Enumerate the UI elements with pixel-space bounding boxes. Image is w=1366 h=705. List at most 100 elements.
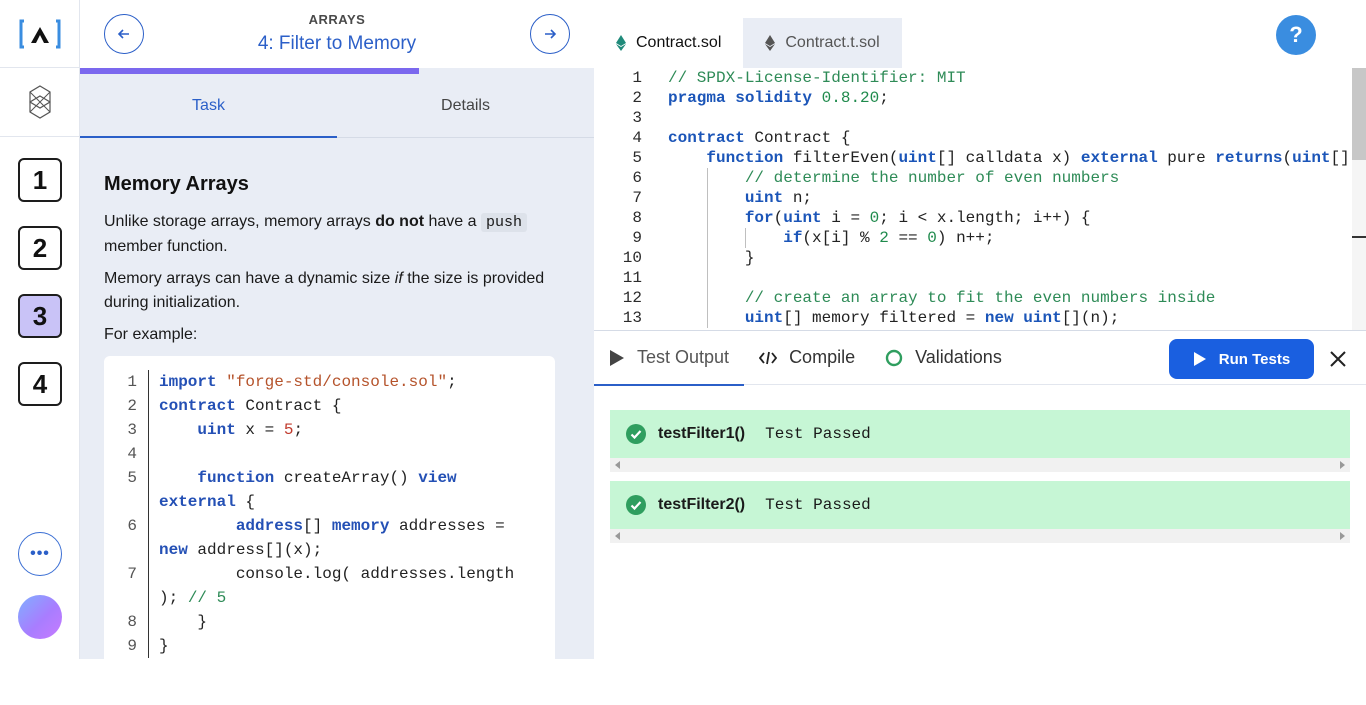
app-logo[interactable] bbox=[0, 0, 79, 68]
tab-test-output[interactable]: Test Output bbox=[594, 331, 745, 386]
code-token: uint bbox=[197, 421, 236, 439]
code-token: ( bbox=[773, 209, 784, 227]
stage-button-2[interactable]: 2 bbox=[18, 226, 62, 270]
tab-task[interactable]: Task bbox=[80, 74, 337, 138]
code-token: filterEven( bbox=[783, 149, 899, 167]
line-number: 7 bbox=[632, 189, 642, 207]
line-number: 3 bbox=[632, 109, 642, 127]
code-token: // determine the number of even numbers bbox=[744, 169, 1120, 187]
code-token: createArray() bbox=[274, 469, 419, 487]
scroll-right-icon[interactable] bbox=[1340, 532, 1345, 540]
code-line: 6 // determine the number of even number… bbox=[594, 168, 1366, 188]
lesson-title: 4: Filter to Memory bbox=[257, 33, 417, 54]
code-text: } bbox=[149, 610, 539, 634]
code-token: pure bbox=[1157, 149, 1216, 167]
line-number: 4 bbox=[104, 442, 149, 466]
code-token: { bbox=[235, 493, 256, 511]
code-token: new bbox=[984, 309, 1014, 327]
stage-button-4[interactable]: 4 bbox=[18, 362, 62, 406]
code-text: import "forge-std/console.sol"; bbox=[149, 370, 539, 394]
code-text: contract Contract { bbox=[642, 128, 850, 148]
editor-scrollbar[interactable] bbox=[1352, 68, 1366, 330]
result-scrollbar[interactable] bbox=[610, 529, 1350, 543]
test-result: testFilter2() Test Passed bbox=[610, 481, 1350, 543]
code-text: for(uint i = 0; i < x.length; i++) { bbox=[642, 208, 1091, 228]
tab-details[interactable]: Details bbox=[337, 74, 594, 137]
test-name: testFilter1() bbox=[658, 425, 746, 442]
test-result-bar: testFilter2() Test Passed bbox=[610, 481, 1350, 529]
code-line: 5 function filterEven(uint[] calldata x)… bbox=[594, 148, 1366, 168]
tab-compile[interactable]: Compile bbox=[744, 331, 870, 385]
lesson-header: ARRAYS 4: Filter to Memory bbox=[80, 0, 594, 68]
code-token: uint bbox=[783, 209, 822, 227]
editor-tabs: Contract.sol Contract.t.sol bbox=[594, 18, 902, 68]
code-line: 12 // create an array to fit the even nu… bbox=[594, 288, 1366, 308]
avatar[interactable] bbox=[18, 595, 62, 639]
tab-label: Test Output bbox=[637, 347, 730, 367]
code-token: } bbox=[159, 613, 208, 631]
code-line: 7 uint n; bbox=[594, 188, 1366, 208]
tab-validations[interactable]: Validations bbox=[870, 331, 1017, 385]
code-line: 3 bbox=[594, 108, 1366, 128]
code-token: 0 bbox=[869, 209, 880, 227]
run-tests-button[interactable]: Run Tests bbox=[1169, 339, 1314, 379]
section-heading: Memory Arrays bbox=[104, 173, 249, 195]
code-token: solidity bbox=[735, 89, 813, 107]
stage-button-1[interactable]: 1 bbox=[18, 158, 62, 202]
code-editor[interactable]: 1// SPDX-License-Identifier: MIT 2 pragma … bbox=[594, 68, 1366, 330]
line-number: 6 bbox=[632, 169, 642, 187]
code-token: "forge-std/console.sol" bbox=[226, 373, 448, 391]
code-line: 9} bbox=[104, 634, 555, 658]
code-text: contract Contract { bbox=[149, 394, 539, 418]
code-token: // create an array to fit the even numbe… bbox=[744, 289, 1216, 307]
scroll-left-icon[interactable] bbox=[615, 532, 620, 540]
test-status: Test Passed bbox=[765, 425, 871, 443]
code-text bbox=[149, 442, 539, 466]
tab-label: Validations bbox=[915, 347, 1002, 367]
code-token: } bbox=[668, 249, 755, 267]
scroll-right-icon[interactable] bbox=[1340, 461, 1345, 469]
code-token: external bbox=[159, 493, 236, 511]
code-line: 13 uint[] memory filtered = new uint[](n… bbox=[594, 308, 1366, 328]
editor-scroll-thumb[interactable] bbox=[1352, 68, 1366, 160]
code-line: 4 bbox=[104, 442, 555, 466]
code-token: n; bbox=[783, 189, 813, 207]
code-text: function filterEven(uint[] calldata x) e… bbox=[642, 148, 1366, 168]
code-token: contract bbox=[668, 129, 745, 147]
result-scrollbar[interactable] bbox=[610, 458, 1350, 472]
code-text: // determine the number of even numbers bbox=[642, 168, 1119, 188]
line-number: 7 bbox=[104, 562, 149, 610]
scroll-left-icon[interactable] bbox=[615, 461, 620, 469]
paragraph-2: Memory arrays can have a dynamic size if… bbox=[104, 267, 554, 315]
next-lesson-button[interactable] bbox=[530, 14, 570, 54]
more-button[interactable]: ••• bbox=[18, 532, 62, 576]
code-token: returns bbox=[1215, 149, 1283, 167]
line-number: 3 bbox=[104, 418, 149, 442]
code-line: 1 // SPDX-License-Identifier: MIT bbox=[594, 68, 1366, 88]
stage-button-3[interactable]: 3 bbox=[18, 294, 62, 338]
code-token: 5 bbox=[283, 421, 294, 439]
code-token: pragma bbox=[668, 89, 726, 107]
code-token: [] calldata x) bbox=[936, 149, 1081, 167]
code-token: 0.8.20 bbox=[821, 89, 880, 107]
tab-contract-sol[interactable]: Contract.sol bbox=[594, 18, 744, 68]
line-number: 13 bbox=[622, 309, 642, 327]
code-token: [] memory filtered = bbox=[783, 309, 985, 327]
close-panel-button[interactable] bbox=[1326, 347, 1350, 371]
code-line: 3 uint x = 5; bbox=[104, 418, 555, 442]
code-icon bbox=[759, 351, 778, 364]
tab-label: Contract.t.sol bbox=[785, 34, 880, 51]
prev-lesson-button[interactable] bbox=[104, 14, 144, 54]
text: Memory arrays can have a dynamic size bbox=[104, 270, 395, 287]
play-icon bbox=[610, 349, 624, 366]
code-token: new bbox=[159, 541, 188, 559]
help-button[interactable]: ? bbox=[1276, 15, 1316, 55]
code-token: uint bbox=[1023, 309, 1062, 327]
code-token: memory bbox=[331, 517, 390, 535]
hex-mark[interactable] bbox=[0, 68, 79, 137]
tab-contract-t-sol[interactable]: Contract.t.sol bbox=[743, 18, 902, 68]
code-text: uint[] memory filtered = new uint[](n); bbox=[642, 308, 1119, 328]
